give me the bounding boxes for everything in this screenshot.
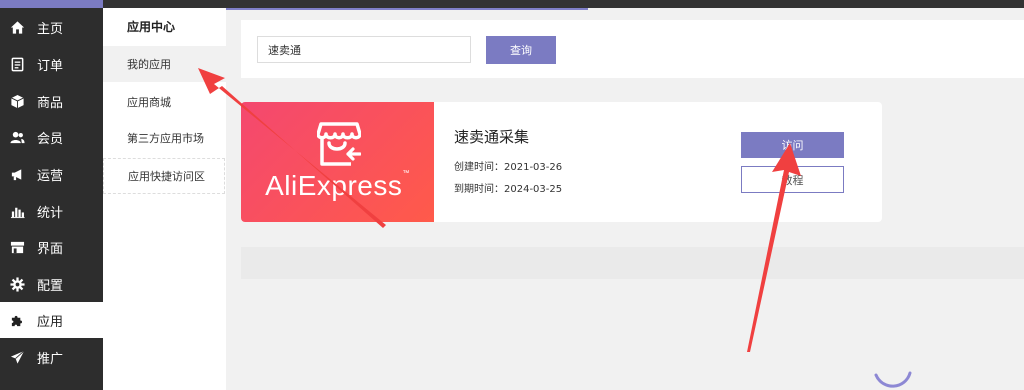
app-created-date: 创建时间：2021-03-26 [454,162,563,173]
nav-item-interface[interactable]: 界面 [0,229,103,265]
visit-button[interactable]: 访问 [741,132,844,158]
nav-item-apps[interactable]: 应用 [0,302,103,338]
nav-label: 会员 [37,131,64,147]
nav-item-products[interactable]: 商品 [0,83,103,119]
nav-item-config[interactable]: 配置 [0,266,103,302]
aliexpress-logo: AliExpress™ [241,102,434,222]
nav-label: 界面 [37,241,64,257]
member-icon [9,129,25,145]
tutorial-button[interactable]: 教程 [741,166,844,193]
nav-item-members[interactable]: 会员 [0,119,103,155]
content-accent-line [226,8,588,10]
nav-item-home[interactable]: 主页 [0,9,103,45]
nav-label: 统计 [37,205,64,221]
submenu-item-app-store[interactable]: 应用商城 [103,84,226,120]
gear-icon [9,276,25,292]
nav-label: 主页 [37,21,64,37]
app-name: 速卖通采集 [454,128,530,146]
nav-label: 订单 [37,58,64,74]
top-bar [0,0,1024,8]
search-input[interactable] [257,36,471,63]
chart-icon [9,203,25,219]
nav-item-promotion[interactable]: 推广 [0,339,103,375]
megaphone-icon [9,166,25,182]
send-icon [9,349,25,365]
nav-label: 推广 [37,351,64,367]
submenu-title: 应用中心 [127,20,176,34]
nav-label: 运营 [37,168,64,184]
logo-wordmark: AliExpress™ [265,170,410,201]
app-expiry-date: 到期时间：2024-03-25 [454,184,563,195]
nav-label: 应用 [37,314,64,330]
search-button[interactable]: 查询 [486,36,556,64]
home-icon [9,19,25,35]
search-panel: 查询 [241,20,1024,78]
submenu-item-my-apps[interactable]: 我的应用 [103,46,226,82]
nav-item-orders[interactable]: 订单 [0,46,103,82]
nav-item-operations[interactable]: 运营 [0,156,103,192]
puzzle-icon [9,312,25,328]
shop-bag-icon [317,122,361,166]
top-bar-accent [0,0,103,8]
loading-spinner-icon [874,371,912,388]
product-icon [9,93,25,109]
nav-label: 配置 [37,278,64,294]
submenu-item-third-party-market[interactable]: 第三方应用市场 [103,120,226,156]
nav-item-statistics[interactable]: 统计 [0,193,103,229]
app-card: AliExpress™ 速卖通采集 创建时间：2021-03-26 到期时间：2… [241,102,882,222]
order-icon [9,56,25,72]
main-sidebar: 主页 订单 商品 会员 运营 统计 界面 配置 应用 推广 [0,8,103,390]
nav-label: 商品 [37,95,64,111]
empty-panel [241,247,1024,279]
storefront-icon [9,239,25,255]
app-center-menu: 应用中心 我的应用 应用商城 第三方应用市场 应用快捷访问区 [103,8,226,390]
submenu-item-quick-access[interactable]: 应用快捷访问区 [103,158,225,194]
